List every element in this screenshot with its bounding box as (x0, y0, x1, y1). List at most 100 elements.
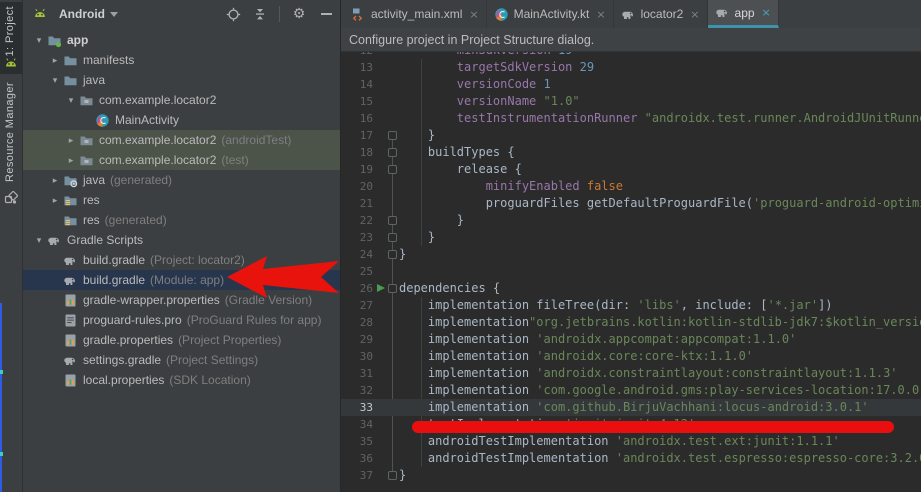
tree-item-local-properties-sdk-location[interactable]: local.properties(SDK Location) (23, 370, 340, 390)
android-project-icon (4, 57, 18, 71)
tree-item-res[interactable]: ▸res (23, 190, 340, 210)
fold-start-icon[interactable] (388, 148, 397, 157)
tree-item-label: local.properties (83, 373, 164, 387)
tree-item-settings-gradle-project-settings[interactable]: settings.gradle(Project Settings) (23, 350, 340, 370)
tree-item-qualifier: (generated) (110, 173, 172, 187)
hide-panel-button[interactable] (318, 6, 334, 22)
close-icon[interactable]: × (469, 8, 478, 21)
code-line[interactable]: 23 } (341, 229, 921, 246)
stripe-tab-resource-manager[interactable]: Resource Manager (0, 78, 22, 208)
file-icon (63, 313, 78, 328)
fold-start-icon[interactable] (388, 165, 397, 174)
code-line[interactable]: 27 implementation fileTree(dir: 'libs', … (341, 297, 921, 314)
code-line[interactable]: 26dependencies { (341, 280, 921, 297)
tree-item-gradle-scripts[interactable]: ▾Gradle Scripts (23, 230, 340, 250)
gear-icon[interactable]: ⚙ (291, 6, 307, 22)
tree-item-proguard-rules-pro-proguard-rules-for-app[interactable]: proguard-rules.pro(ProGuard Rules for ap… (23, 310, 340, 330)
tree-item-mainactivity[interactable]: MainActivity (23, 110, 340, 130)
chevron-expanded-icon[interactable]: ▾ (47, 75, 63, 86)
code-line[interactable]: 13 targetSdkVersion 29 (341, 59, 921, 76)
notification-banner[interactable]: Configure project in Project Structure d… (341, 28, 921, 52)
tab-locator2[interactable]: locator2× (614, 0, 708, 28)
tree-item-label: gradle.properties (83, 333, 173, 347)
code-line[interactable]: 20 minifyEnabled false (341, 178, 921, 195)
run-gutter-icon[interactable] (377, 284, 385, 292)
code-line[interactable]: 24} (341, 246, 921, 263)
code-line[interactable]: 29 implementation 'androidx.appcompat:ap… (341, 331, 921, 348)
code-text: implementation 'androidx.constraintlayou… (399, 365, 898, 382)
code-line[interactable]: 32 implementation 'com.google.android.gm… (341, 382, 921, 399)
code-line[interactable]: 19 release { (341, 161, 921, 178)
code-line[interactable]: 36 androidTestImplementation 'androidx.t… (341, 450, 921, 467)
tree-item-label: java (83, 73, 105, 87)
tab-mainactivity-kt[interactable]: MainActivity.kt× (487, 0, 614, 28)
line-number: 35 (341, 433, 373, 450)
stripe-tab-project[interactable]: 1: Project (0, 2, 22, 74)
line-number: 36 (341, 450, 373, 467)
code-line[interactable]: 30 implementation 'androidx.core:core-kt… (341, 348, 921, 365)
tree-item-label: res (83, 213, 100, 227)
chevron-collapsed-icon[interactable]: ▸ (63, 155, 79, 166)
code-line[interactable]: 21 proguardFiles getDefaultProguardFile(… (341, 195, 921, 212)
tree-item-label: build.gradle (83, 253, 145, 267)
code-line[interactable]: 28 implementation"org.jetbrains.kotlin:k… (341, 314, 921, 331)
tree-item-res-generated[interactable]: res(generated) (23, 210, 340, 230)
code-line[interactable]: 12 minSdkVersion 19 (341, 52, 921, 59)
chevron-collapsed-icon[interactable]: ▸ (47, 175, 63, 186)
code-text: versionName "1.0" (399, 93, 580, 110)
tree-item-java-generated[interactable]: ▸java(generated) (23, 170, 340, 190)
code-text: buildTypes { (399, 144, 515, 161)
code-line[interactable]: 18 buildTypes { (341, 144, 921, 161)
code-text: } (399, 467, 406, 484)
chevron-collapsed-icon[interactable]: ▸ (47, 55, 63, 66)
chevron-collapsed-icon[interactable]: ▸ (63, 135, 79, 146)
code-line[interactable]: 15 versionName "1.0" (341, 93, 921, 110)
tree-item-gradle-properties-project-properties[interactable]: gradle.properties(Project Properties) (23, 330, 340, 350)
tree-item-com-example-locator2[interactable]: ▾ com.example.locator2 (23, 90, 340, 110)
fold-end-icon[interactable] (388, 216, 397, 225)
chevron-collapsed-icon[interactable]: ▸ (47, 195, 63, 206)
chevron-expanded-icon[interactable]: ▾ (31, 235, 47, 246)
code-text: implementation 'com.google.android.gms:p… (399, 382, 921, 399)
locate-file-button[interactable] (225, 6, 241, 22)
code-line[interactable]: 33 implementation 'com.github.BirjuVachh… (341, 399, 921, 416)
tree-item-manifests[interactable]: ▸manifests (23, 50, 340, 70)
stripe-tab-project-label: 1: Project (4, 6, 16, 56)
code-line[interactable]: 22 } (341, 212, 921, 229)
code-line[interactable]: 31 implementation 'androidx.constraintla… (341, 365, 921, 382)
code-line[interactable]: 14 versionCode 1 (341, 76, 921, 93)
chevron-expanded-icon[interactable]: ▾ (31, 35, 47, 46)
gradle-icon (621, 7, 636, 22)
tab-app[interactable]: app× (708, 0, 779, 28)
close-icon[interactable]: × (690, 8, 699, 21)
close-icon[interactable]: × (762, 6, 771, 19)
code-line[interactable]: 37} (341, 467, 921, 484)
code-line[interactable]: 16 testInstrumentationRunner "androidx.t… (341, 110, 921, 127)
close-icon[interactable]: × (596, 8, 605, 21)
tree-item-app[interactable]: ▾app (23, 30, 340, 50)
code-text: } (399, 229, 435, 246)
code-line[interactable]: 17 } (341, 127, 921, 144)
collapse-all-button[interactable] (252, 6, 268, 22)
chevron-down-icon[interactable] (110, 12, 118, 17)
fold-end-icon[interactable] (388, 131, 397, 140)
line-number: 32 (341, 382, 373, 399)
tab-activity-main-xml[interactable]: activity_main.xml× (344, 0, 487, 28)
fold-end-icon[interactable] (388, 233, 397, 242)
tree-item-label: com.example.locator2 (99, 93, 216, 107)
fold-end-icon[interactable] (388, 250, 397, 259)
tree-item-com-example-locator2-test[interactable]: ▸com.example.locator2(test) (23, 150, 340, 170)
fold-end-icon[interactable] (388, 471, 397, 480)
code-line[interactable]: 25 (341, 263, 921, 280)
tree-item-com-example-locator2-androidtest[interactable]: ▸com.example.locator2(androidTest) (23, 130, 340, 150)
fold-start-icon[interactable] (388, 284, 397, 293)
folder-res-icon (63, 213, 78, 228)
android-studio-window: 1: Project Resource Manager Android (0, 0, 921, 492)
chevron-expanded-icon[interactable]: ▾ (63, 95, 79, 106)
folder-res-icon (63, 193, 78, 208)
tree-item-java[interactable]: ▾ java (23, 70, 340, 90)
code-line[interactable]: 35 androidTestImplementation 'androidx.t… (341, 433, 921, 450)
tree-item-qualifier: (ProGuard Rules for app) (187, 313, 322, 327)
code-editor[interactable]: 12 minSdkVersion 1913 targetSdkVersion 2… (341, 52, 921, 492)
view-selector[interactable]: Android (59, 7, 105, 21)
